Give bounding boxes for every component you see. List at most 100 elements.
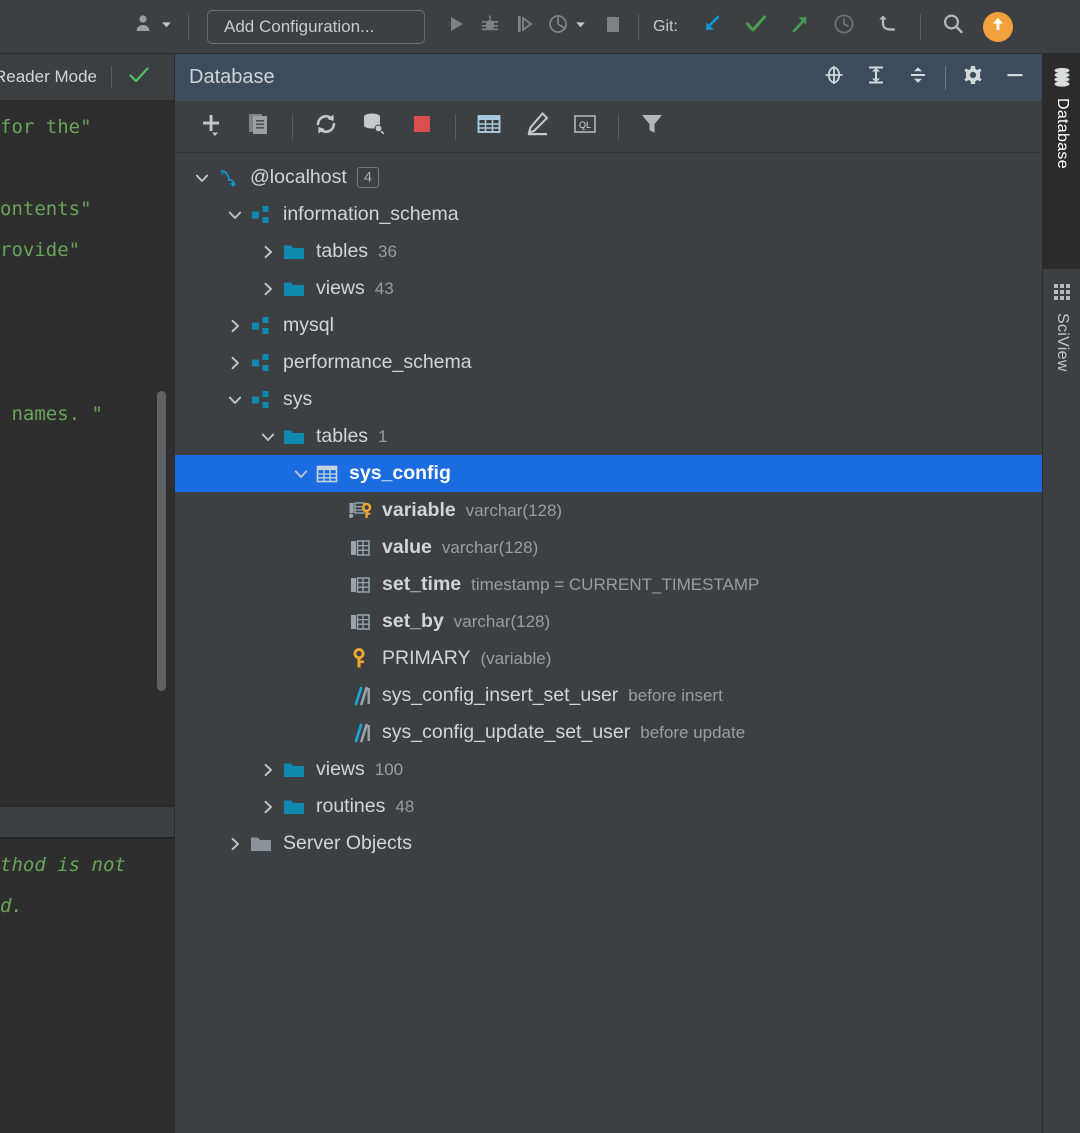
right-tool-sidebar: Database SciView (1042, 54, 1080, 1133)
update-available-button[interactable] (982, 11, 1013, 42)
chevron-down-icon[interactable] (222, 387, 248, 413)
git-update-button[interactable] (695, 10, 729, 44)
stop-query-button[interactable] (401, 106, 443, 148)
tree-row[interactable]: variable varchar(128) (175, 492, 1042, 529)
tree-row-selected[interactable]: sys_config (175, 455, 1042, 492)
scroll-from-source-button[interactable] (813, 57, 855, 99)
git-push-button[interactable] (783, 10, 817, 44)
tree-node-label: mysql (283, 314, 334, 336)
chevron-down-icon[interactable] (189, 165, 215, 191)
database-tree[interactable]: @localhost 4 information_schema tables 36 vie… (175, 153, 1042, 1133)
tree-row[interactable]: information_schema (175, 196, 1042, 233)
database-stack-icon (1049, 64, 1075, 90)
mysql-dolphin-icon (215, 165, 241, 191)
chevron-down-icon[interactable] (222, 202, 248, 228)
chevron-right-icon[interactable] (255, 757, 281, 783)
tree-row[interactable]: PRIMARY (variable) (175, 640, 1042, 677)
tree-row[interactable]: sys_config_insert_set_user before insert (175, 677, 1042, 714)
column-icon (347, 535, 373, 561)
tree-node-subtext: 1 (378, 426, 388, 446)
query-console-button[interactable]: QL (564, 106, 606, 148)
code-line: rovide" (0, 239, 81, 261)
folder-icon (281, 276, 307, 302)
open-data-table-icon (475, 110, 503, 143)
run-button[interactable] (439, 8, 473, 46)
tree-node-label: tables (316, 425, 369, 447)
code-line: names. " (0, 403, 103, 425)
search-everywhere-button[interactable] (936, 10, 970, 44)
run-configuration-selector[interactable]: Add Configuration... (207, 9, 425, 44)
profile-icon (546, 12, 570, 41)
chevron-down-icon[interactable] (255, 424, 281, 450)
run-with-coverage-button[interactable] (507, 8, 541, 46)
tree-node-label: performance_schema (283, 351, 472, 373)
chevron-right-icon[interactable] (222, 831, 248, 857)
debug-bug-icon (478, 12, 502, 41)
git-rollback-button[interactable] (871, 10, 905, 44)
tree-row[interactable]: tables 36 (175, 233, 1042, 270)
tree-node-subtext: 43 (374, 278, 394, 298)
user-profile-button[interactable] (128, 8, 178, 46)
database-settings-button[interactable] (952, 57, 994, 99)
tree-row[interactable]: tables 1 (175, 418, 1042, 455)
sidebar-label-database: Database (1054, 98, 1071, 169)
sidebar-label-sciview: SciView (1054, 313, 1071, 372)
profile-button[interactable] (541, 8, 592, 46)
chevron-right-icon[interactable] (222, 350, 248, 376)
duplicate-button[interactable] (238, 106, 280, 148)
folder-gray-icon (248, 831, 274, 857)
filter-button[interactable] (631, 106, 673, 148)
open-data-table-button[interactable] (468, 106, 510, 148)
expand-all-button[interactable] (855, 57, 897, 99)
edit-data-button[interactable] (516, 106, 558, 148)
tree-row[interactable]: routines 48 (175, 788, 1042, 825)
toolbar-divider-a (292, 113, 293, 140)
tree-node-subtext: varchar(128) (453, 611, 551, 631)
tree-node-subtext: (variable) (480, 648, 552, 668)
tree-row[interactable]: @localhost 4 (175, 159, 1042, 196)
add-new-button[interactable] (190, 106, 232, 148)
tree-node-label: views (316, 758, 365, 780)
tree-row[interactable]: views 100 (175, 751, 1042, 788)
sidebar-item-sciview[interactable]: SciView (1043, 269, 1080, 464)
user-profile-icon (133, 12, 157, 41)
tree-row[interactable]: sys_config_update_set_user before update (175, 714, 1042, 751)
tree-row[interactable]: set_by varchar(128) (175, 603, 1042, 640)
tree-row[interactable]: performance_schema (175, 344, 1042, 381)
git-history-button[interactable] (827, 10, 861, 44)
code-lines: for the"ontents"rovide" names. "etects a… (0, 107, 174, 927)
tree-row[interactable]: Server Objects (175, 825, 1042, 862)
tree-node-badge: 4 (356, 167, 380, 188)
chevron-right-icon[interactable] (222, 313, 248, 339)
green-check-icon[interactable] (126, 62, 152, 93)
database-panel-header: Database (175, 54, 1042, 101)
tree-row[interactable]: set_time timestamp = CURRENT_TIMESTAMP (175, 566, 1042, 603)
tree-row[interactable]: value varchar(128) (175, 529, 1042, 566)
sidebar-item-database[interactable]: Database (1043, 54, 1080, 269)
run-play-icon (444, 12, 468, 41)
tree-node-label: tables (316, 240, 369, 262)
chevron-right-icon[interactable] (255, 794, 281, 820)
tree-row[interactable]: mysql (175, 307, 1042, 344)
refresh-button[interactable] (305, 106, 347, 148)
debug-button[interactable] (473, 8, 507, 46)
reader-mode-banner: Reader Mode (0, 54, 174, 101)
tree-node-label: sys_config_update_set_user (382, 721, 631, 743)
hide-panel-button[interactable] (994, 57, 1036, 99)
editor-vertical-scrollbar[interactable] (157, 391, 166, 691)
chevron-right-icon[interactable] (255, 239, 281, 265)
tree-row[interactable]: sys (175, 381, 1042, 418)
chevron-right-icon[interactable] (255, 276, 281, 302)
stop-button[interactable] (598, 8, 628, 46)
database-tools-button[interactable] (353, 106, 395, 148)
collapse-all-button[interactable] (897, 57, 939, 99)
tree-row[interactable]: views 43 (175, 270, 1042, 307)
code-editor-area[interactable]: for the"ontents"rovide" names. "etects a… (0, 101, 174, 1133)
git-commit-button[interactable] (739, 10, 773, 44)
chevron-down-icon[interactable] (288, 461, 314, 487)
